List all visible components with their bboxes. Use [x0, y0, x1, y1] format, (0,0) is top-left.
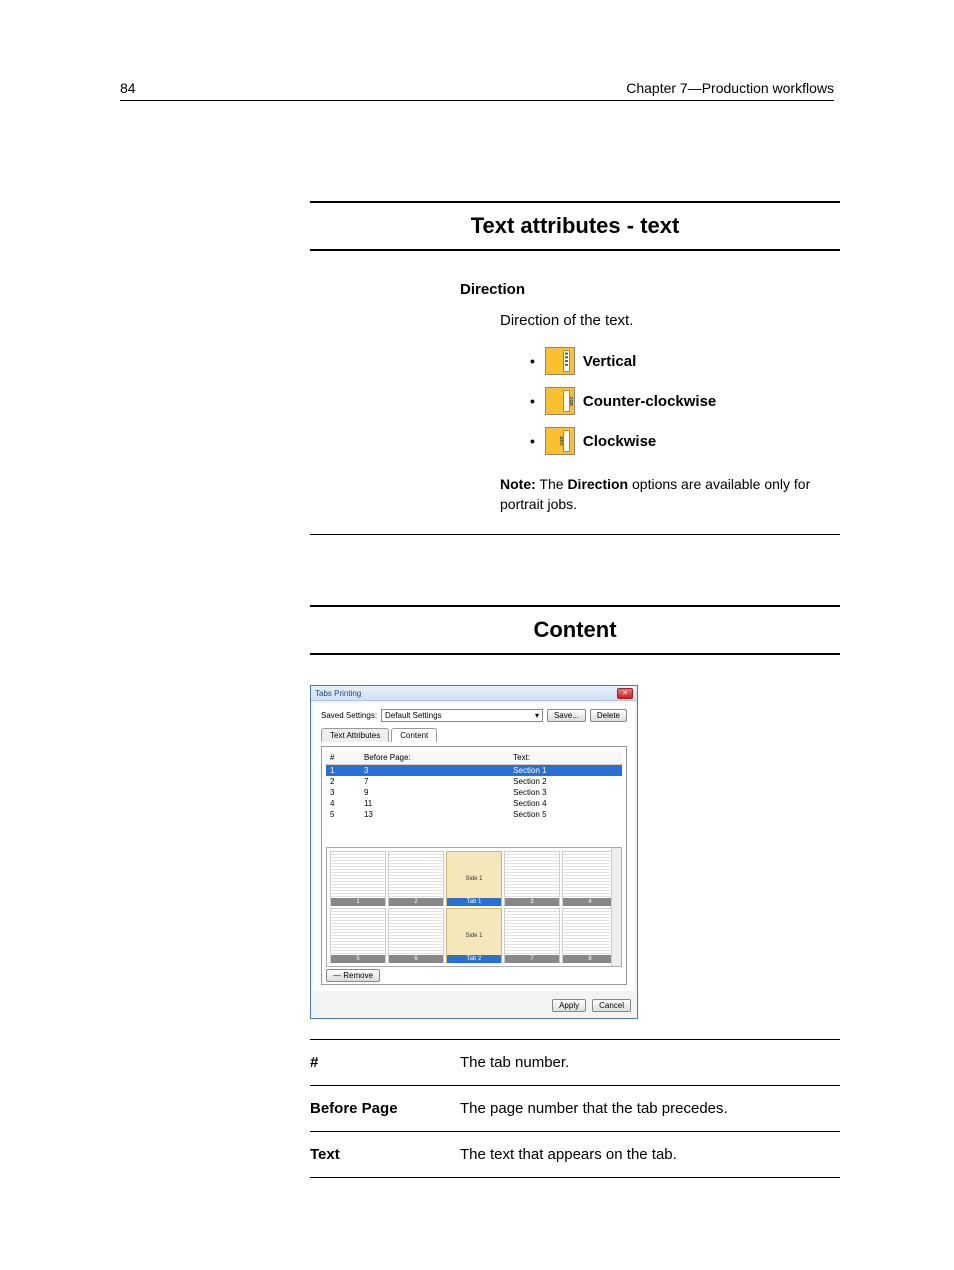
cell-num: 2: [326, 776, 360, 787]
save-button[interactable]: Save...: [547, 709, 586, 722]
counter-clockwise-icon: abc: [545, 387, 575, 415]
def-term-before-page: Before Page: [310, 1100, 460, 1117]
table-row[interactable]: 4 11 Section 4: [326, 798, 622, 809]
thumb-page-num: 3: [505, 898, 559, 906]
close-icon[interactable]: ✕: [617, 688, 633, 699]
page-thumb: 4: [562, 851, 618, 906]
col-before: Before Page:: [360, 751, 509, 765]
section-title-text-attributes: Text attributes - text: [310, 201, 840, 251]
table-row[interactable]: 3 9 Section 3: [326, 787, 622, 798]
page-thumb: 5: [330, 908, 386, 963]
cell-before: 11: [360, 798, 509, 809]
counter-clockwise-label: Counter-clockwise: [583, 393, 716, 410]
direction-option-counter-clockwise: abc Counter-clockwise: [530, 387, 840, 415]
note-bold-word: Direction: [567, 476, 628, 492]
col-text: Text:: [509, 751, 622, 765]
svg-text:abc: abc: [558, 436, 564, 446]
def-desc-text: The text that appears on the tab.: [460, 1146, 840, 1163]
page-thumb: 8: [562, 908, 618, 963]
preview-area: 1 2 Side 1 Tab 1 3 4 5 6 Side 1 Tab 2 7 8: [326, 847, 622, 967]
tab-content[interactable]: Content: [391, 728, 437, 742]
side-label: Side 1: [465, 876, 482, 882]
tab-thumb: Side 1 Tab 2: [446, 908, 502, 963]
table-row[interactable]: 2 7 Section 2: [326, 776, 622, 787]
cell-text: Section 2: [509, 776, 622, 787]
tab-caption: Tab 1: [447, 898, 501, 906]
cell-before: 7: [360, 776, 509, 787]
cell-before: 13: [360, 809, 509, 820]
cell-num: 4: [326, 798, 360, 809]
cell-text: Section 1: [509, 765, 622, 777]
thumb-page-num: 4: [563, 898, 617, 906]
thumb-page-num: 8: [563, 955, 617, 963]
def-desc-hash: The tab number.: [460, 1054, 840, 1071]
section-divider: [310, 534, 840, 535]
tab-thumb: Side 1 Tab 1: [446, 851, 502, 906]
content-tab-pane: # Before Page: Text: 1 3 Section 1: [321, 746, 627, 985]
page-thumb: 6: [388, 908, 444, 963]
clockwise-icon: abc: [545, 427, 575, 455]
direction-option-vertical: Vertical: [530, 347, 840, 375]
saved-settings-label: Saved Settings:: [321, 711, 377, 720]
direction-options-list: Vertical abc Counter-clockwise abc Clock…: [530, 347, 840, 455]
cell-num: 1: [326, 765, 360, 777]
remove-button[interactable]: — Remove: [326, 969, 380, 982]
cell-before: 9: [360, 787, 509, 798]
preview-scrollbar[interactable]: [611, 848, 621, 966]
thumb-page-num: 7: [505, 955, 559, 963]
page-number: 84: [120, 80, 136, 96]
tab-caption: Tab 2: [447, 955, 501, 963]
direction-option-clockwise: abc Clockwise: [530, 427, 840, 455]
tab-text-attributes[interactable]: Text Attributes: [321, 728, 389, 742]
tabs-table: # Before Page: Text: 1 3 Section 1: [326, 751, 622, 820]
table-row[interactable]: 1 3 Section 1: [326, 765, 622, 777]
cell-before: 3: [360, 765, 509, 777]
cell-text: Section 5: [509, 809, 622, 820]
col-num: #: [326, 751, 360, 765]
chapter-title: Chapter 7—Production workflows: [626, 80, 834, 96]
vertical-icon: [545, 347, 575, 375]
saved-settings-value: Default Settings: [385, 711, 441, 720]
svg-text:abc: abc: [569, 396, 574, 406]
cell-text: Section 3: [509, 787, 622, 798]
cell-num: 3: [326, 787, 360, 798]
side-label: Side 1: [465, 933, 482, 939]
page-header: 84 Chapter 7—Production workflows: [120, 80, 834, 101]
chevron-down-icon: ▾: [535, 711, 539, 720]
cell-num: 5: [326, 809, 360, 820]
thumb-page-num: 1: [331, 898, 385, 906]
note-prefix: Note:: [500, 476, 536, 492]
remove-label: Remove: [343, 971, 373, 980]
table-row[interactable]: 5 13 Section 5: [326, 809, 622, 820]
direction-description: Direction of the text.: [500, 312, 840, 329]
vertical-label: Vertical: [583, 353, 636, 370]
page-thumb: 3: [504, 851, 560, 906]
definitions-table: # The tab number. Before Page The page n…: [310, 1039, 840, 1178]
cell-text: Section 4: [509, 798, 622, 809]
def-term-text: Text: [310, 1146, 460, 1163]
direction-note: Note: The Direction options are availabl…: [500, 475, 840, 514]
saved-settings-combo[interactable]: Default Settings ▾: [381, 709, 543, 722]
note-text-before: The: [536, 476, 568, 492]
delete-button[interactable]: Delete: [590, 709, 627, 722]
dialog-title: Tabs Printing: [315, 689, 361, 698]
def-term-hash: #: [310, 1054, 460, 1071]
section-title-content: Content: [310, 605, 840, 655]
def-desc-before-page: The page number that the tab precedes.: [460, 1100, 840, 1117]
direction-label: Direction: [460, 281, 840, 298]
tabs-printing-dialog: Tabs Printing ✕ Saved Settings: Default …: [310, 685, 638, 1019]
page-thumb: 2: [388, 851, 444, 906]
thumb-page-num: 2: [389, 898, 443, 906]
thumb-page-num: 5: [331, 955, 385, 963]
cancel-button[interactable]: Cancel: [592, 999, 631, 1012]
thumb-page-num: 6: [389, 955, 443, 963]
dialog-titlebar: Tabs Printing ✕: [311, 686, 637, 701]
page-thumb: 1: [330, 851, 386, 906]
apply-button[interactable]: Apply: [552, 999, 586, 1012]
clockwise-label: Clockwise: [583, 433, 656, 450]
page-thumb: 7: [504, 908, 560, 963]
